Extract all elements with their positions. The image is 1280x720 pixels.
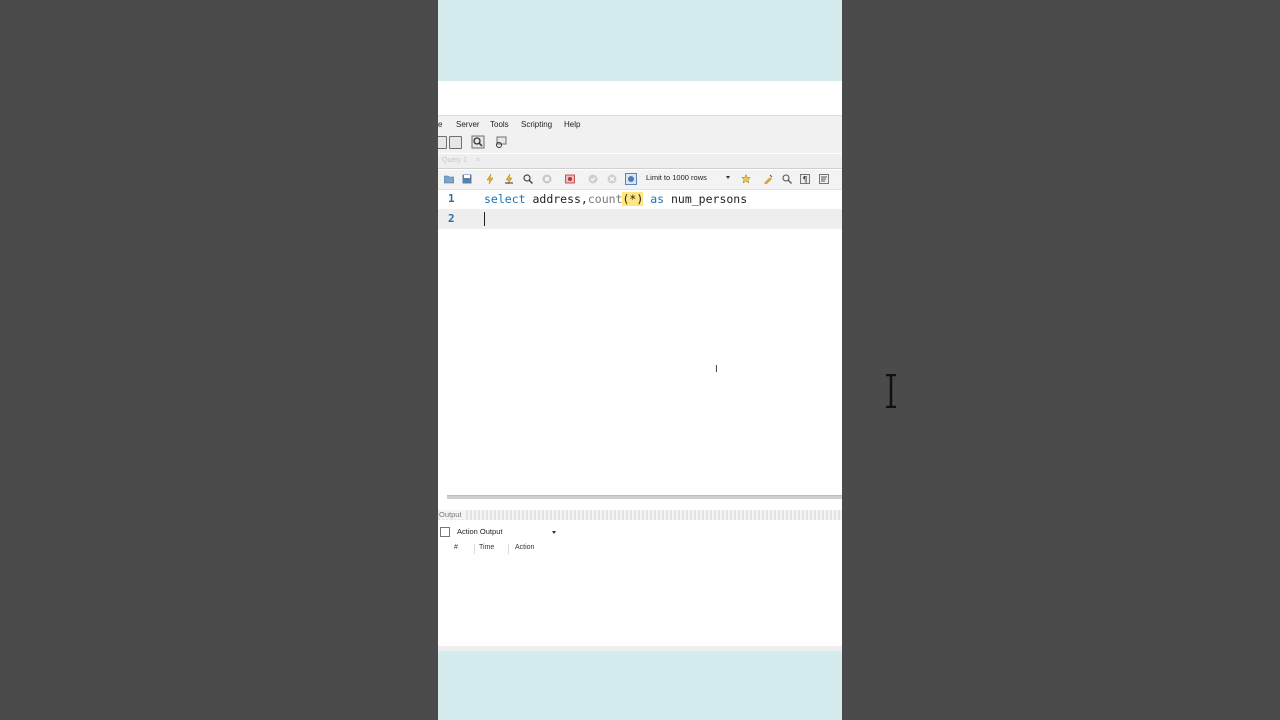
menu-item-scripting[interactable]: Scripting <box>521 120 552 129</box>
execute-icon[interactable] <box>485 174 495 184</box>
commit-icon[interactable] <box>588 174 598 184</box>
menu-item-file[interactable]: e <box>438 120 442 129</box>
bracket-match-token: (*) <box>622 192 644 206</box>
tab-close-icon[interactable]: × <box>476 157 480 164</box>
explain-icon[interactable] <box>523 174 533 184</box>
limit-rows-select[interactable]: Limit to 1000 rows <box>646 173 730 185</box>
save-icon[interactable] <box>462 174 472 184</box>
column-header-time[interactable]: Time <box>479 544 494 551</box>
top-banner <box>438 0 842 81</box>
find-icon[interactable] <box>782 174 792 184</box>
menu-bar: e Server Tools Scripting Help <box>438 115 842 132</box>
stop-icon[interactable] <box>542 174 552 184</box>
query-tab-strip: Query 1 × <box>438 154 842 169</box>
svg-text:¶: ¶ <box>803 175 808 184</box>
menu-item-help[interactable]: Help <box>564 120 580 129</box>
wrap-icon[interactable] <box>819 174 829 184</box>
mouse-cursor-icon: I <box>715 364 718 375</box>
beautify-icon[interactable] <box>763 174 773 184</box>
workbench-window: e Server Tools Scripting Help Query 1 × <box>438 0 842 720</box>
copy-icon[interactable] <box>440 527 450 537</box>
panel-splitter[interactable] <box>447 495 842 499</box>
bottom-banner <box>438 651 842 720</box>
output-selector[interactable]: Action Output <box>438 525 842 540</box>
line-number: 1 <box>448 192 455 205</box>
rollback-icon[interactable] <box>607 174 617 184</box>
output-title: Output <box>439 510 464 519</box>
sql-editor[interactable]: 1 select address,count(*) as num_persons… <box>438 190 842 495</box>
identifier-token: num_persons <box>664 192 748 206</box>
invisible-chars-icon[interactable]: ¶ <box>800 174 810 184</box>
identifier-token: address, <box>525 192 588 206</box>
menu-item-tools[interactable]: Tools <box>490 120 509 129</box>
column-header-action[interactable]: Action <box>515 544 534 551</box>
output-table-header: # Time Action <box>438 542 842 554</box>
execute-current-icon[interactable] <box>504 174 514 184</box>
text-caret <box>484 212 485 226</box>
open-sql-icon[interactable] <box>449 136 462 149</box>
toggle-error-icon[interactable] <box>565 174 575 184</box>
column-divider <box>474 544 475 554</box>
tab-query-1[interactable]: Query 1 <box>438 155 471 166</box>
line-number: 2 <box>448 212 455 225</box>
text-cursor-icon <box>886 374 896 408</box>
chevron-down-icon <box>726 176 730 179</box>
bookmark-icon[interactable] <box>741 174 751 184</box>
editor-line-1: 1 select address,count(*) as num_persons <box>438 189 842 209</box>
chevron-down-icon <box>552 531 556 534</box>
search-table-icon[interactable] <box>494 135 508 149</box>
column-header-number[interactable]: # <box>454 544 458 551</box>
output-selector-value: Action Output <box>457 527 503 536</box>
autocommit-icon[interactable] <box>625 173 637 185</box>
main-toolbar <box>438 131 842 153</box>
code-text: select address,count(*) as num_persons <box>484 189 747 209</box>
open-folder-icon[interactable] <box>444 174 454 184</box>
keyword-token: select <box>484 192 526 206</box>
column-divider <box>508 544 509 554</box>
limit-rows-value: Limit to 1000 rows <box>646 173 707 182</box>
editor-toolbar: Limit to 1000 rows ¶ <box>438 170 842 190</box>
editor-line-2: 2 <box>438 209 842 229</box>
keyword-token: as <box>650 192 665 206</box>
new-connection-icon[interactable] <box>438 136 447 149</box>
inspect-icon[interactable] <box>471 135 485 149</box>
menu-item-server[interactable]: Server <box>456 120 480 129</box>
output-panel-header: Output <box>438 510 842 520</box>
function-token: count <box>587 192 623 206</box>
